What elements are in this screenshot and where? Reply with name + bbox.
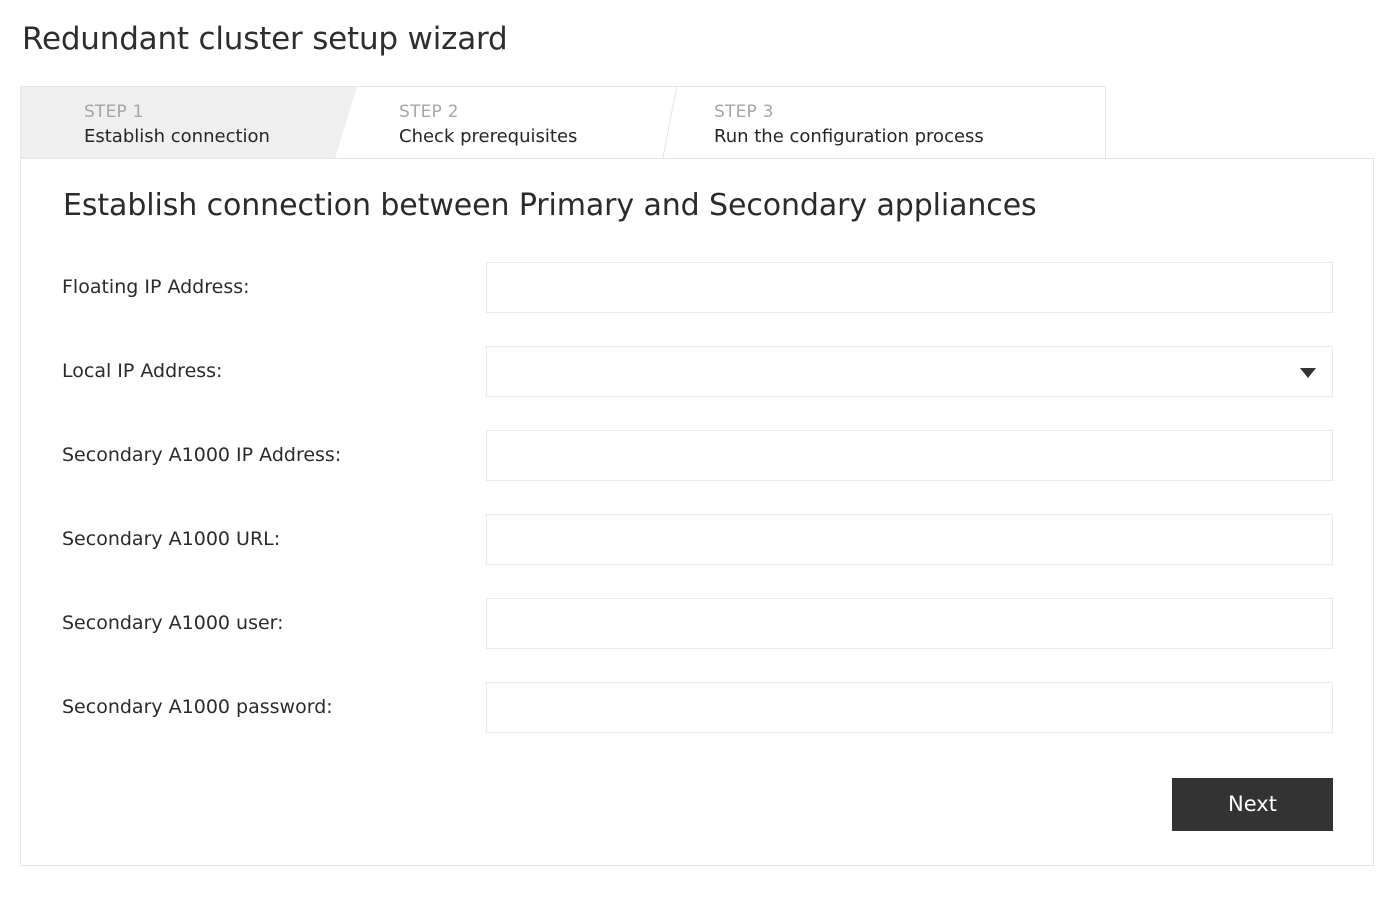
secondary-url-input[interactable] bbox=[487, 515, 1332, 564]
wizard-content-panel: Establish connection between Primary and… bbox=[20, 158, 1374, 866]
wizard-step-tabs: STEP 1 Establish connection STEP 2 Check… bbox=[20, 86, 1106, 158]
floating-ip-input[interactable] bbox=[487, 263, 1332, 312]
chevron-down-icon[interactable] bbox=[1300, 367, 1316, 378]
secondary-user-field[interactable] bbox=[486, 598, 1333, 649]
form-row-secondary-url: Secondary A1000 URL: bbox=[21, 514, 1373, 598]
secondary-url-label: Secondary A1000 URL: bbox=[62, 528, 281, 550]
local-ip-select[interactable] bbox=[486, 346, 1333, 397]
next-button[interactable]: Next bbox=[1172, 778, 1333, 831]
secondary-password-field[interactable] bbox=[486, 682, 1333, 733]
form-row-floating-ip: Floating IP Address: bbox=[21, 262, 1373, 346]
local-ip-label: Local IP Address: bbox=[62, 360, 223, 382]
panel-footer: Next bbox=[21, 767, 1373, 847]
floating-ip-label: Floating IP Address: bbox=[62, 276, 250, 298]
secondary-user-input[interactable] bbox=[487, 599, 1332, 648]
form-row-local-ip: Local IP Address: bbox=[21, 346, 1373, 430]
floating-ip-field[interactable] bbox=[486, 262, 1333, 313]
step-2-name-label: Check prerequisites bbox=[399, 126, 578, 147]
step-2-number-label: STEP 2 bbox=[399, 102, 459, 122]
step-3-name-label: Run the configuration process bbox=[714, 126, 984, 147]
wizard-step-tab-1[interactable]: STEP 1 Establish connection bbox=[21, 87, 357, 158]
connection-form: Floating IP Address: Local IP Address: S… bbox=[21, 262, 1373, 766]
wizard-step-tab-2[interactable]: STEP 2 Check prerequisites bbox=[357, 87, 687, 158]
panel-heading: Establish connection between Primary and… bbox=[63, 188, 1037, 223]
form-row-secondary-ip: Secondary A1000 IP Address: bbox=[21, 430, 1373, 514]
form-row-secondary-user: Secondary A1000 user: bbox=[21, 598, 1373, 682]
step-1-number-label: STEP 1 bbox=[84, 102, 144, 122]
secondary-ip-label: Secondary A1000 IP Address: bbox=[62, 444, 342, 466]
secondary-password-label: Secondary A1000 password: bbox=[62, 696, 333, 718]
step-1-name-label: Establish connection bbox=[84, 126, 270, 147]
step-3-number-label: STEP 3 bbox=[714, 102, 774, 122]
secondary-ip-input[interactable] bbox=[487, 431, 1332, 480]
form-row-secondary-password: Secondary A1000 password: bbox=[21, 682, 1373, 766]
secondary-password-input[interactable] bbox=[487, 683, 1332, 732]
wizard-page: Redundant cluster setup wizard STEP 1 Es… bbox=[0, 0, 1400, 899]
secondary-ip-field[interactable] bbox=[486, 430, 1333, 481]
setup-wizard: STEP 1 Establish connection STEP 2 Check… bbox=[20, 86, 1374, 866]
wizard-step-tab-3[interactable]: STEP 3 Run the configuration process bbox=[687, 87, 1105, 158]
secondary-user-label: Secondary A1000 user: bbox=[62, 612, 284, 634]
local-ip-selected-value[interactable] bbox=[487, 347, 1332, 396]
page-title: Redundant cluster setup wizard bbox=[22, 21, 508, 57]
secondary-url-field[interactable] bbox=[486, 514, 1333, 565]
